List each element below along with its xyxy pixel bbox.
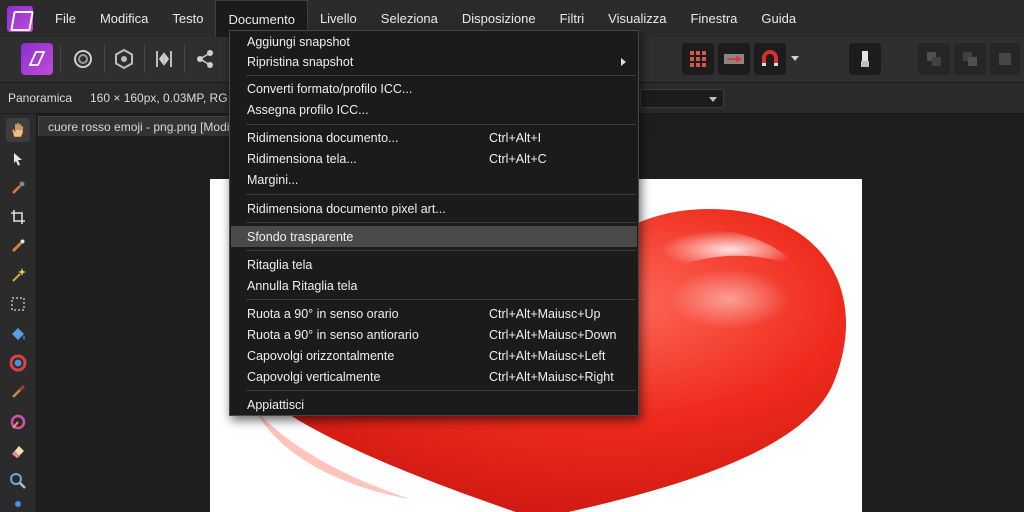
menu-item-shortcut: Ctrl+Alt+Maiusc+Left — [489, 349, 606, 363]
menu-item-label: Capovolgi verticalmente — [247, 369, 381, 384]
menu-separator — [246, 390, 636, 391]
export-persona-icon[interactable] — [189, 43, 221, 75]
menu-item-label: Appiattisci — [247, 397, 304, 412]
menu-item-assegna-profilo[interactable]: Assegna profilo ICC... — [231, 99, 637, 120]
menu-item-shortcut: Ctrl+Alt+Maiusc+Right — [489, 370, 614, 384]
menu-item-sfondo-trasparente[interactable]: Sfondo trasparente — [231, 226, 637, 247]
menu-item-shortcut: Ctrl+Alt+Maiusc+Up — [489, 307, 601, 321]
menu-item-ridimensiona-documento[interactable]: Ridimensiona documento... Ctrl+Alt+I — [231, 127, 637, 148]
color-picker-icon[interactable] — [6, 176, 30, 200]
retouch-icon[interactable] — [6, 410, 30, 434]
toolbar-divider — [184, 45, 185, 73]
menu-separator — [246, 250, 636, 251]
gradient-icon[interactable] — [6, 351, 30, 375]
document-tab[interactable]: cuore rosso emoji - png.png [Modi — [38, 116, 238, 136]
arrange-back-icon[interactable] — [918, 43, 950, 75]
toolbar-divider — [60, 45, 61, 73]
menu-item-ruota-orario[interactable]: Ruota a 90° in senso orario Ctrl+Alt+Maiu… — [231, 303, 637, 324]
menu-item-capovolgi-verticalmente[interactable]: Capovolgi verticalmente Ctrl+Alt+Maiusc+R… — [231, 366, 637, 387]
document-info-label: 160 × 160px, 0.03MP, RG — [90, 91, 228, 105]
fill-icon[interactable] — [6, 322, 30, 346]
arrange-forward-icon[interactable] — [954, 43, 986, 75]
menu-item-label: Ritaglia tela — [247, 257, 313, 272]
menu-item-label: Aggiungi snapshot — [247, 34, 350, 49]
menu-item-shortcut: Ctrl+Alt+C — [489, 152, 547, 166]
menu-item-ripristina-snapshot[interactable]: Ripristina snapshot — [231, 51, 637, 72]
toolbar-divider — [104, 45, 105, 73]
brush-icon[interactable] — [849, 43, 881, 75]
menu-separator — [246, 75, 636, 76]
menu-item-annulla-ritaglia-tela[interactable]: Annulla Ritaglia tela — [231, 275, 637, 296]
tool-name-label: Panoramica — [8, 91, 73, 105]
menu-guida[interactable]: Guida — [749, 0, 808, 37]
menu-item-label: Ripristina snapshot — [247, 54, 354, 69]
menu-separator — [246, 299, 636, 300]
menu-item-converti-formato[interactable]: Converti formato/profilo ICC... — [231, 78, 637, 99]
submenu-arrow-icon — [621, 58, 626, 66]
hand-icon[interactable] — [6, 118, 30, 142]
selection-brush-icon[interactable] — [6, 234, 30, 258]
marquee-icon[interactable] — [6, 292, 30, 316]
photo-persona-icon[interactable] — [21, 43, 53, 75]
menu-item-label: Ridimensiona tela... — [247, 151, 357, 166]
magic-wand-icon[interactable] — [6, 263, 30, 287]
liquify-persona-icon[interactable] — [67, 43, 99, 75]
menu-item-label: Sfondo trasparente — [247, 229, 354, 244]
snapping-grid-icon[interactable] — [682, 43, 714, 75]
menu-item-label: Annulla Ritaglia tela — [247, 278, 358, 293]
menu-item-margini[interactable]: Margini... — [231, 169, 637, 190]
menu-item-ridimensiona-tela[interactable]: Ridimensiona tela... Ctrl+Alt+C — [231, 148, 637, 169]
documento-menu: Aggiungi snapshot Ripristina snapshot Co… — [229, 30, 639, 416]
menu-file[interactable]: File — [43, 0, 88, 37]
menu-item-ridimensiona-pixel-art[interactable]: Ridimensiona documento pixel art... — [231, 198, 637, 219]
menu-item-shortcut: Ctrl+Alt+I — [489, 131, 542, 145]
menu-separator — [246, 222, 636, 223]
menu-item-label: Margini... — [247, 172, 299, 187]
app-logo-icon[interactable] — [7, 5, 33, 32]
transparency-icon[interactable] — [718, 43, 750, 75]
menu-item-ritaglia-tela[interactable]: Ritaglia tela — [231, 254, 637, 275]
tools-panel — [0, 114, 37, 512]
toolbar-divider — [144, 45, 145, 73]
snapping-magnet-icon[interactable] — [754, 43, 786, 75]
menu-item-label: Capovolgi orizzontalmente — [247, 348, 395, 363]
menu-item-capovolgi-orizzontalmente[interactable]: Capovolgi orizzontalmente Ctrl+Alt+Maiusc… — [231, 345, 637, 366]
develop-persona-icon[interactable] — [108, 43, 140, 75]
menu-item-label: Ruota a 90° in senso antiorario — [247, 327, 419, 342]
eraser-icon[interactable] — [6, 439, 30, 463]
zoom-icon[interactable] — [6, 469, 30, 493]
menu-item-label: Ruota a 90° in senso orario — [247, 306, 399, 321]
arrange-front-icon[interactable] — [990, 43, 1020, 75]
menu-item-shortcut: Ctrl+Alt+Maiusc+Down — [489, 328, 617, 342]
menu-item-ruota-antiorario[interactable]: Ruota a 90° in senso antiorario Ctrl+Alt+… — [231, 324, 637, 345]
context-dropdown[interactable] — [640, 89, 724, 108]
menu-separator — [246, 124, 636, 125]
chevron-down-icon[interactable] — [788, 43, 802, 75]
menu-item-label: Assegna profilo ICC... — [247, 102, 369, 117]
tone-mapping-persona-icon[interactable] — [148, 43, 180, 75]
menu-testo[interactable]: Testo — [160, 0, 215, 37]
crop-icon[interactable] — [6, 205, 30, 229]
more-tools-icon[interactable] — [6, 496, 30, 510]
menu-finestra[interactable]: Finestra — [678, 0, 749, 37]
menu-item-label: Ridimensiona documento... — [247, 130, 399, 145]
move-icon[interactable] — [6, 147, 30, 171]
paint-brush-icon[interactable] — [6, 380, 30, 404]
menu-item-aggiungi-snapshot[interactable]: Aggiungi snapshot — [231, 31, 637, 52]
menu-item-label: Converti formato/profilo ICC... — [247, 81, 413, 96]
menu-separator — [246, 194, 636, 195]
menu-item-label: Ridimensiona documento pixel art... — [247, 201, 446, 216]
menu-modifica[interactable]: Modifica — [88, 0, 160, 37]
menu-item-appiattisci[interactable]: Appiattisci — [231, 394, 637, 415]
